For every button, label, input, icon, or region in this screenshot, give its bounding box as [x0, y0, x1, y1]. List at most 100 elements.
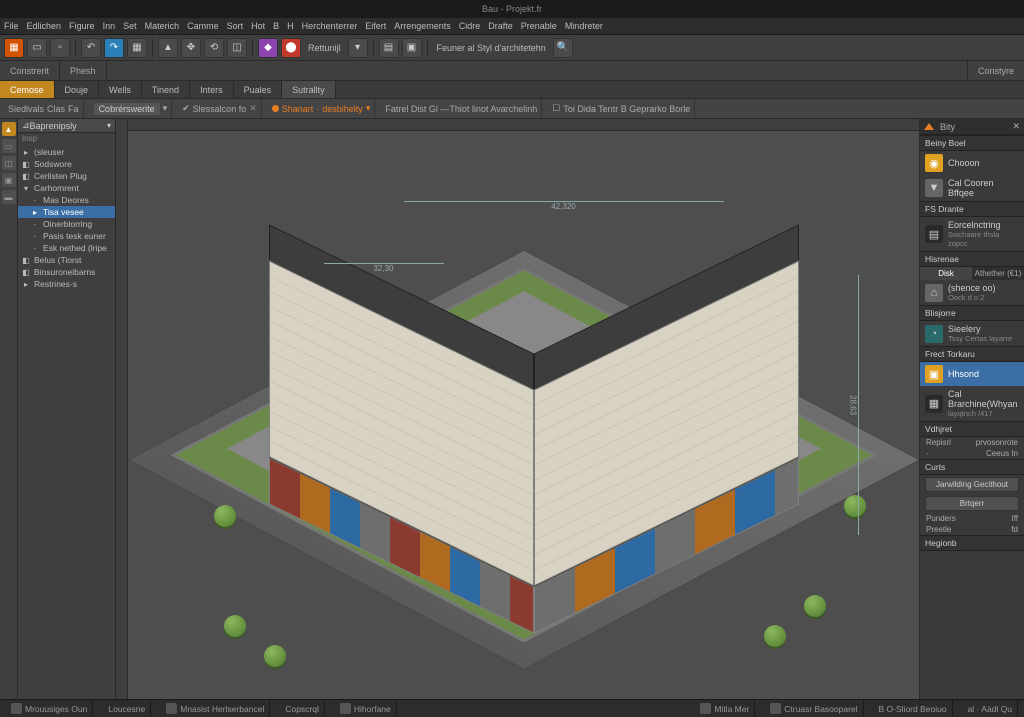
menu-item[interactable]: Sort [227, 21, 244, 31]
scale-icon[interactable]: ◫ [227, 38, 247, 58]
close-icon[interactable]: ✕ [249, 103, 257, 114]
menu-item[interactable]: H [287, 21, 294, 31]
menu-item[interactable]: Eifert [365, 21, 386, 31]
ribbon-tab[interactable]: Douje [55, 81, 100, 98]
tree-item[interactable]: ◧Binsuroneibarns [18, 266, 115, 278]
viewport[interactable]: 42,320 32,30 28,63 [116, 119, 919, 699]
material-icon[interactable]: ◆ [258, 38, 278, 58]
tree-item[interactable]: ▾Carhomrent [18, 182, 115, 194]
menu-item[interactable]: Mindreter [565, 21, 603, 31]
select-icon[interactable]: ▲ [158, 38, 178, 58]
tab-configure[interactable]: Constyre [967, 61, 1024, 80]
menu-item[interactable]: Set [123, 21, 137, 31]
tree-item[interactable]: ·Mas Deores [18, 194, 115, 206]
chip[interactable]: Cobrérswerite [94, 103, 160, 115]
menu-item[interactable]: Drafte [488, 21, 513, 31]
chevron-down-icon[interactable]: ▾ [107, 121, 111, 130]
tree-item[interactable]: ◧Belus (Tiorst [18, 254, 115, 266]
tree-item[interactable]: ·Esk nethed (lripe [18, 242, 115, 254]
tab[interactable]: Athether (€1) [972, 267, 1024, 280]
new-file-icon[interactable]: ▦ [4, 38, 24, 58]
move-icon[interactable]: ✥ [181, 38, 201, 58]
panel-row[interactable]: ▣Hhsond [920, 362, 1024, 386]
snap-icon[interactable]: ▣ [402, 38, 422, 58]
tree-item[interactable]: ▸Restrines-s [18, 278, 115, 290]
menu-item[interactable]: Figure [69, 21, 95, 31]
record-icon[interactable]: ⬤ [281, 38, 301, 58]
ribbon-tab[interactable]: Puales [234, 81, 283, 98]
tree-item[interactable]: ◧Cerlisten Plug [18, 170, 115, 182]
save-icon[interactable]: ▫ [50, 38, 70, 58]
menu-item[interactable]: Materich [145, 21, 180, 31]
menu-item[interactable]: Arrengements [394, 21, 451, 31]
tool-select-icon[interactable]: ▲ [2, 122, 16, 136]
section-fg: FS Drante [920, 201, 1024, 217]
dimension-label: 28,63 [849, 275, 859, 535]
panel-row[interactable]: ◉Chooon [920, 151, 1024, 175]
menu-item[interactable]: Hot [251, 21, 265, 31]
menu-item[interactable]: Camme [187, 21, 219, 31]
status-segment[interactable]: B O-Sliord Beoiuo [874, 700, 953, 717]
chevron-down-icon[interactable]: ▾ [366, 103, 371, 114]
tree-icon: ▸ [30, 207, 40, 217]
dropdown-icon[interactable]: ▾ [348, 38, 368, 58]
tool-window-icon[interactable]: ▣ [2, 173, 16, 187]
button-cut-apply[interactable]: Brtqerr [925, 496, 1019, 511]
menu-item[interactable]: Cidre [459, 21, 481, 31]
tree-item[interactable]: ▸(sleuser [18, 146, 115, 158]
tree-item[interactable]: ◧Sodswore [18, 158, 115, 170]
opt-segment: ☐ Toi Dida Tentr B Geprarko Borle [548, 99, 695, 118]
close-icon[interactable]: ✕ [1012, 121, 1020, 132]
tool-wall-icon[interactable]: ▭ [2, 139, 16, 153]
section-highlight: Hegionb [920, 535, 1024, 551]
status-segment[interactable]: al · Aädl Qu [963, 700, 1018, 717]
tree-item[interactable]: ·Pasis tesk euner [18, 230, 115, 242]
panel-row[interactable]: ⌂(shence oo)Oock d o 2 [920, 280, 1024, 305]
panel-row[interactable]: ▤EorcelnctringSwchaare thsla zopcc [920, 217, 1024, 251]
status-segment[interactable]: Mnasist Herlserbancel [161, 700, 270, 717]
tree-item[interactable]: ·Oinerblorring [18, 218, 115, 230]
rotate-icon[interactable]: ⟲ [204, 38, 224, 58]
status-segment[interactable]: Ctruasr Basooparel [765, 700, 863, 717]
panel-row[interactable]: ▦Cal Brarchine(Whyanlayqtnch /417 [920, 386, 1024, 421]
menu-item[interactable]: Prenable [521, 21, 557, 31]
menu-item[interactable]: B [273, 21, 279, 31]
ribbon-tab[interactable]: Wells [99, 81, 142, 98]
ribbon-tab[interactable]: Inters [190, 81, 234, 98]
tree-item[interactable]: ▸Tisa vesee [18, 206, 115, 218]
ribbon-tab[interactable]: Tinend [142, 81, 190, 98]
property-field[interactable]: Repisrlprvosonrote [920, 437, 1024, 448]
search-icon[interactable]: 🔍 [553, 38, 573, 58]
menu-item[interactable]: File [4, 21, 19, 31]
tool-door-icon[interactable]: ◫ [2, 156, 16, 170]
checkbox-icon[interactable]: ☐ [552, 103, 560, 114]
panel-row[interactable]: ◔SieeleryTssy Certas layarre [920, 321, 1024, 346]
row-icon: ◔ [925, 325, 943, 343]
status-segment[interactable]: Hihorfane [335, 700, 397, 717]
property-field[interactable]: Preetlefd [920, 524, 1024, 535]
status-segment[interactable]: Mrouusiges Oun [6, 700, 93, 717]
chevron-down-icon[interactable]: ▾ [163, 103, 168, 114]
grid-icon[interactable]: ▦ [127, 38, 147, 58]
menu-item[interactable]: Edlichen [27, 21, 62, 31]
menu-item[interactable]: Herchenterrer [302, 21, 358, 31]
panel-row[interactable]: ▼Cal Cooren Bffqee [920, 175, 1024, 201]
button-cut-mode[interactable]: Jarwilding Gecithout [925, 477, 1019, 492]
open-icon[interactable]: ▭ [27, 38, 47, 58]
undo-icon[interactable]: ↶ [81, 38, 101, 58]
3d-canvas[interactable]: 42,320 32,30 28,63 [128, 131, 919, 699]
layer-icon[interactable]: ▤ [379, 38, 399, 58]
tool-slab-icon[interactable]: ▬ [2, 190, 16, 204]
tab[interactable]: Disk [920, 267, 972, 280]
ribbon-tab[interactable]: Cemose [0, 81, 55, 98]
tab-phase[interactable]: Phesh [60, 61, 107, 80]
redo-icon[interactable]: ↷ [104, 38, 124, 58]
property-field[interactable]: PundersIff [920, 513, 1024, 524]
property-field[interactable]: ·Ceeus In [920, 448, 1024, 459]
tab-construct[interactable]: Constrerit [0, 61, 60, 80]
status-segment[interactable]: Loucesne [103, 700, 151, 717]
status-segment[interactable]: Mitla Mer [695, 700, 755, 717]
ribbon-tab[interactable]: Sutrallty [282, 81, 336, 98]
menu-item[interactable]: Inn [103, 21, 116, 31]
status-segment[interactable]: Copscrql [280, 700, 325, 717]
